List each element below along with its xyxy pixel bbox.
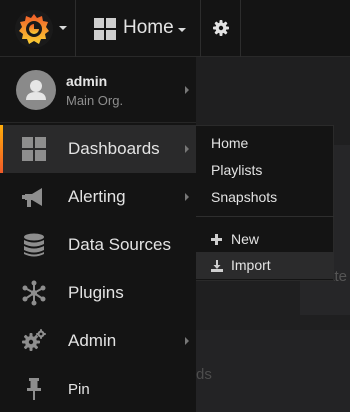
sidebar-item-pin[interactable]: Pin: [0, 365, 196, 412]
submenu-item-label: New: [231, 231, 260, 247]
submenu-item-playlists[interactable]: Playlists: [196, 157, 334, 184]
caret-down-icon: [59, 26, 67, 30]
plugins-icon: [22, 280, 46, 306]
sidebar-item-data-sources[interactable]: Data Sources: [0, 221, 196, 269]
sidebar-item-label: Alerting: [68, 187, 126, 206]
sidebar-item-dashboards[interactable]: Dashboards: [0, 125, 196, 173]
user-profile-item[interactable]: admin Main Org.: [0, 57, 196, 123]
user-org: Main Org.: [66, 93, 124, 108]
chevron-right-icon: [185, 337, 189, 345]
top-navbar: Home: [0, 0, 350, 57]
chevron-right-icon: [185, 86, 189, 94]
sidebar-item-label: Pin: [68, 381, 90, 398]
sidebar-item-plugins[interactable]: Plugins: [0, 269, 196, 317]
chevron-right-icon: [185, 193, 189, 201]
megaphone-icon: [22, 188, 42, 207]
grafana-logo-icon: [15, 10, 53, 48]
plus-icon: [211, 234, 222, 245]
submenu-item-label: Home: [211, 135, 249, 151]
submenu-item-home[interactable]: Home: [196, 130, 334, 157]
pin-icon: [27, 378, 41, 400]
dashboard-title: Home: [123, 17, 174, 38]
submenu-divider: [196, 216, 334, 217]
sidebar-item-label: Admin: [68, 331, 117, 350]
submenu-item-new[interactable]: New: [196, 226, 334, 253]
gear-icon: [213, 20, 229, 36]
database-icon: [24, 233, 44, 257]
avatar: [16, 70, 56, 110]
caret-down-icon: [178, 28, 186, 32]
submenu-item-snapshots[interactable]: Snapshots: [196, 184, 334, 211]
download-icon: [211, 260, 223, 272]
user-name: admin: [66, 73, 108, 89]
user-icon: [26, 80, 46, 100]
cogs-icon: [22, 329, 46, 351]
submenu-item-label: Snapshots: [211, 189, 278, 205]
dashboards-grid-icon: [22, 137, 46, 161]
side-menu: admin Main Org. Dashboards Alerting Data…: [0, 57, 196, 412]
sidebar-item-label: Plugins: [68, 283, 124, 302]
grafana-menu-button[interactable]: [0, 0, 76, 57]
dashboard-grid-icon: [94, 18, 116, 40]
chevron-right-icon: [185, 145, 189, 153]
dashboard-picker-button[interactable]: Home: [76, 0, 201, 57]
background-panel: [195, 330, 350, 412]
sidebar-item-alerting[interactable]: Alerting: [0, 173, 196, 221]
background-text: ds: [196, 366, 212, 383]
submenu-item-import[interactable]: Import: [196, 252, 334, 279]
submenu-item-label: Import: [231, 257, 271, 273]
dashboards-submenu: Home Playlists Snapshots New Import: [196, 125, 334, 281]
sidebar-item-label: Dashboards: [68, 139, 160, 158]
dashboard-settings-button[interactable]: [201, 0, 241, 57]
submenu-item-label: Playlists: [211, 162, 263, 178]
sidebar-item-admin[interactable]: Admin: [0, 317, 196, 365]
sidebar-item-label: Data Sources: [68, 235, 171, 254]
